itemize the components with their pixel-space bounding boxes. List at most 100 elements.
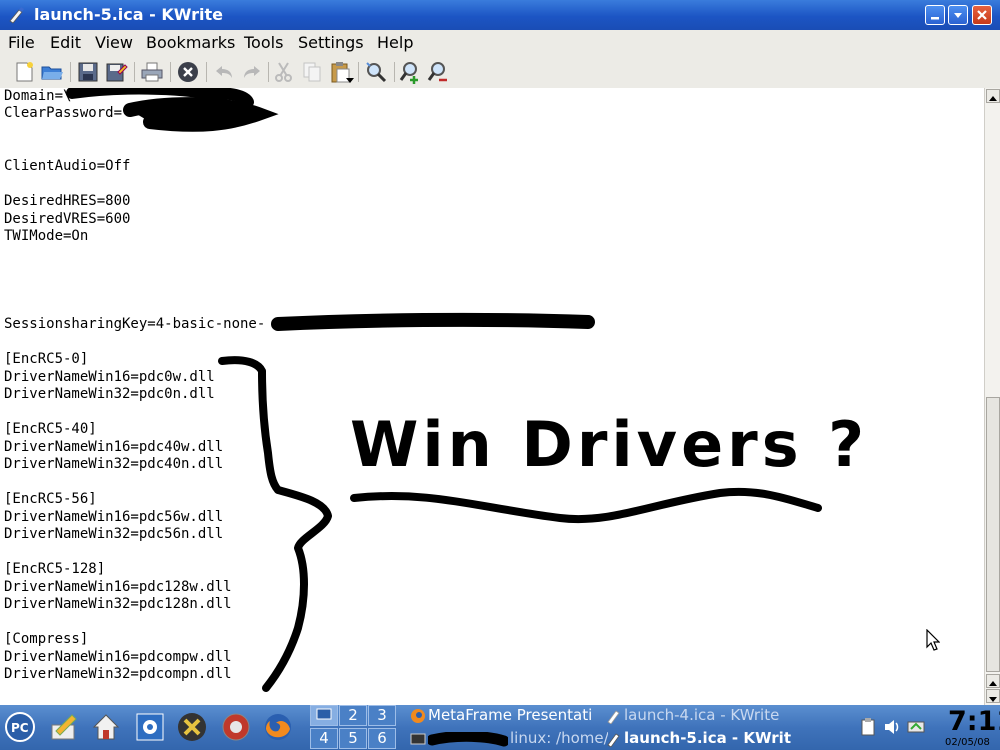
menu-tools[interactable]: Tools — [244, 33, 283, 52]
new-file-icon — [16, 62, 33, 82]
desktop-thumbnail-icon — [316, 708, 332, 720]
toolbar-separator — [170, 62, 171, 82]
zoom-in-button[interactable] — [398, 60, 422, 84]
save-as-button[interactable] — [104, 60, 128, 84]
toolbar-separator — [358, 62, 359, 82]
close-icon — [977, 10, 987, 20]
home-icon — [92, 714, 120, 740]
text-editor-icon — [51, 714, 77, 740]
menu-view[interactable]: View — [95, 33, 133, 52]
save-button[interactable] — [76, 60, 100, 84]
find-button[interactable] — [364, 60, 388, 84]
copy-button[interactable] — [300, 60, 324, 84]
arrow-up-icon — [989, 96, 997, 101]
menu-settings[interactable]: Settings — [298, 33, 364, 52]
maximize-button[interactable] — [948, 5, 968, 25]
svg-text:PC: PC — [11, 721, 29, 735]
scroll-up-button-lower[interactable] — [986, 674, 1000, 688]
desktop-2-button[interactable]: 2 — [339, 705, 367, 726]
clock-time: 7:11 — [948, 706, 1000, 737]
save-as-icon — [106, 63, 128, 82]
undo-button[interactable] — [212, 60, 236, 84]
menu-help[interactable]: Help — [377, 33, 413, 52]
taskbar: PC 2 3 4 5 6 MetaFrame Presentati launch… — [0, 705, 1000, 750]
zoom-out-button[interactable] — [426, 60, 450, 84]
vertical-scrollbar[interactable] — [984, 88, 1000, 705]
task-label: MetaFrame Presentati — [428, 706, 593, 724]
scroll-up-button[interactable] — [986, 89, 1000, 103]
tools-launcher[interactable] — [176, 711, 208, 743]
task-launch-4[interactable]: launch-4.ica - KWrite — [604, 705, 794, 727]
clipboard-tray-icon[interactable] — [858, 717, 878, 737]
annotation-underline — [350, 487, 822, 524]
pc-menu-icon: PC — [5, 712, 35, 742]
open-file-button[interactable] — [40, 60, 64, 84]
cut-button[interactable] — [272, 60, 296, 84]
task-launch-5[interactable]: launch-5.ica - KWrit — [604, 728, 798, 750]
scroll-down-button[interactable] — [986, 689, 1000, 703]
text-editor[interactable]: Domain=\ ClearPassword= ClientAudio=Off … — [0, 88, 984, 705]
desktop-5-button[interactable]: 5 — [339, 728, 367, 749]
kde-menu-button[interactable]: PC — [4, 711, 36, 743]
network-icon[interactable] — [906, 717, 926, 737]
desktop-4-button[interactable]: 4 — [310, 728, 338, 749]
menu-bookmarks[interactable]: Bookmarks — [146, 33, 235, 52]
volume-icon[interactable] — [882, 717, 902, 737]
chevron-down-icon — [954, 13, 962, 18]
copy-icon — [303, 62, 321, 82]
desktop-3-button[interactable]: 3 — [368, 705, 396, 726]
home-launcher[interactable] — [90, 711, 122, 743]
control-center-launcher[interactable] — [134, 711, 166, 743]
window-title: launch-5.ica - KWrite — [34, 5, 223, 24]
mouse-pointer-icon — [926, 629, 940, 651]
toolbar-separator — [134, 62, 135, 82]
task-label: launch-5.ica - KWrit — [624, 729, 791, 747]
kwrite-icon — [607, 733, 620, 747]
toolbar — [0, 54, 1000, 89]
redaction-mark — [428, 732, 508, 747]
terminal-icon — [410, 733, 426, 745]
redaction-marks — [66, 88, 595, 331]
scrollbar-thumb[interactable] — [986, 397, 1000, 672]
task-terminal[interactable]: linux: /home/ — [408, 728, 608, 750]
lifebuoy-icon — [222, 713, 250, 741]
scissors-icon — [275, 62, 292, 82]
redo-button[interactable] — [240, 60, 264, 84]
firefox-icon — [411, 709, 425, 723]
task-label: linux: /home/ — [510, 729, 608, 747]
minimize-icon — [931, 17, 939, 20]
new-file-button[interactable] — [12, 60, 36, 84]
undo-icon — [216, 66, 232, 78]
help-launcher[interactable] — [220, 711, 252, 743]
zoom-in-icon — [399, 62, 418, 84]
settings-panel-icon — [136, 713, 164, 741]
print-button[interactable] — [140, 60, 164, 84]
curly-brace-drawing — [218, 356, 332, 692]
kwrite-app-icon[interactable] — [7, 6, 25, 24]
title-bar: launch-5.ica - KWrite — [0, 0, 1000, 30]
toolbar-separator — [70, 62, 71, 82]
desktop-1-button[interactable] — [310, 705, 338, 726]
close-document-button[interactable] — [176, 60, 200, 84]
firefox-launcher[interactable] — [262, 711, 294, 743]
close-circle-icon — [178, 62, 198, 82]
find-icon — [366, 62, 387, 83]
paste-dropdown-icon[interactable] — [346, 78, 354, 84]
floppy-disk-icon — [78, 62, 98, 82]
task-metaframe[interactable]: MetaFrame Presentati — [408, 705, 608, 727]
desktop-6-button[interactable]: 6 — [368, 728, 396, 749]
menu-bar: File Edit View Bookmarks Tools Settings … — [0, 30, 1000, 54]
minimize-button[interactable] — [925, 5, 945, 25]
task-label: launch-4.ica - KWrite — [624, 706, 780, 724]
menu-file[interactable]: File — [8, 33, 35, 52]
tools-icon — [178, 713, 206, 741]
close-button[interactable] — [972, 5, 992, 25]
folder-open-icon — [41, 66, 63, 80]
handwritten-annotation-layer: Win Drivers ? — [66, 88, 868, 692]
clock[interactable]: 7:11 02/05/08 — [945, 706, 1000, 750]
menu-edit[interactable]: Edit — [50, 33, 81, 52]
kwrite-launcher[interactable] — [48, 711, 80, 743]
annotation-text: Win Drivers ? — [350, 408, 868, 481]
clock-date: 02/05/08 — [945, 737, 990, 748]
firefox-icon — [265, 714, 291, 740]
